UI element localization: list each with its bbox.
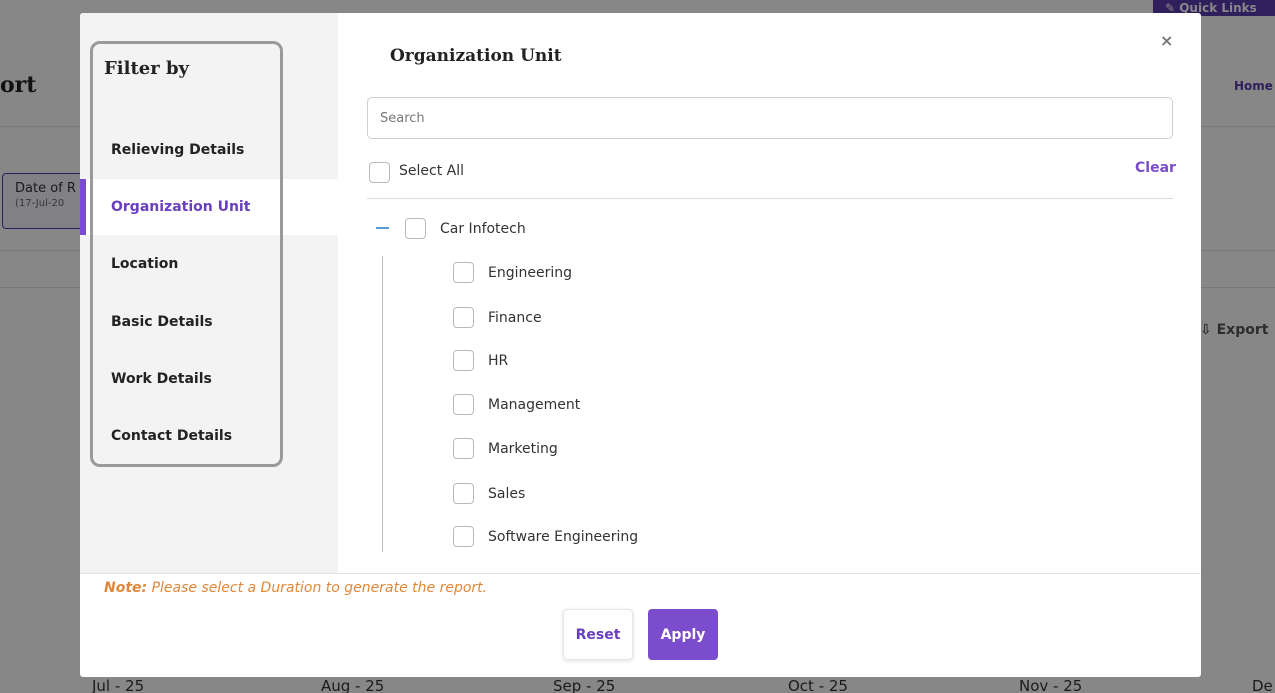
close-icon[interactable]: × xyxy=(1160,31,1173,50)
reset-button[interactable]: Reset xyxy=(563,609,633,660)
clear-link[interactable]: Clear xyxy=(1135,160,1176,176)
filter-sidebar: Filter by Relieving Details Organization… xyxy=(80,13,338,573)
footer-divider xyxy=(80,573,1201,574)
tree-root-label[interactable]: Car Infotech xyxy=(440,221,526,237)
tree-child-checkbox[interactable] xyxy=(453,483,474,504)
tree-child-checkbox[interactable] xyxy=(453,307,474,328)
search-input[interactable] xyxy=(367,97,1173,139)
tree-child-label[interactable]: Software Engineering xyxy=(488,529,638,545)
duration-note: Note: Please select a Duration to genera… xyxy=(104,580,487,596)
note-prefix: Note: xyxy=(104,580,148,596)
tree-child-label[interactable]: HR xyxy=(488,353,508,369)
sidebar-highlight-frame xyxy=(90,41,283,467)
note-text: Please select a Duration to generate the… xyxy=(147,580,488,596)
panel-title: Organization Unit xyxy=(390,46,562,66)
tree-child-label[interactable]: Management xyxy=(488,397,580,413)
tree-child-label[interactable]: Marketing xyxy=(488,441,558,457)
tree-child-checkbox[interactable] xyxy=(453,262,474,283)
tree-child-checkbox[interactable] xyxy=(453,438,474,459)
collapse-minus-icon[interactable] xyxy=(376,227,389,229)
select-all-checkbox[interactable] xyxy=(369,162,390,183)
tree-child-checkbox[interactable] xyxy=(453,394,474,415)
tree-child-checkbox[interactable] xyxy=(453,350,474,371)
select-all-label[interactable]: Select All xyxy=(399,163,464,179)
panel-divider xyxy=(367,198,1173,199)
apply-button[interactable]: Apply xyxy=(648,609,718,660)
tree-child-label[interactable]: Sales xyxy=(488,486,525,502)
organization-unit-panel: Organization Unit × Select All Clear Car… xyxy=(338,13,1201,573)
filter-modal: Filter by Relieving Details Organization… xyxy=(80,13,1201,677)
tree-connector-line xyxy=(382,256,383,552)
tree-child-label[interactable]: Finance xyxy=(488,310,542,326)
tree-child-label[interactable]: Engineering xyxy=(488,265,572,281)
tree-root-checkbox[interactable] xyxy=(405,218,426,239)
tree-child-checkbox[interactable] xyxy=(453,526,474,547)
